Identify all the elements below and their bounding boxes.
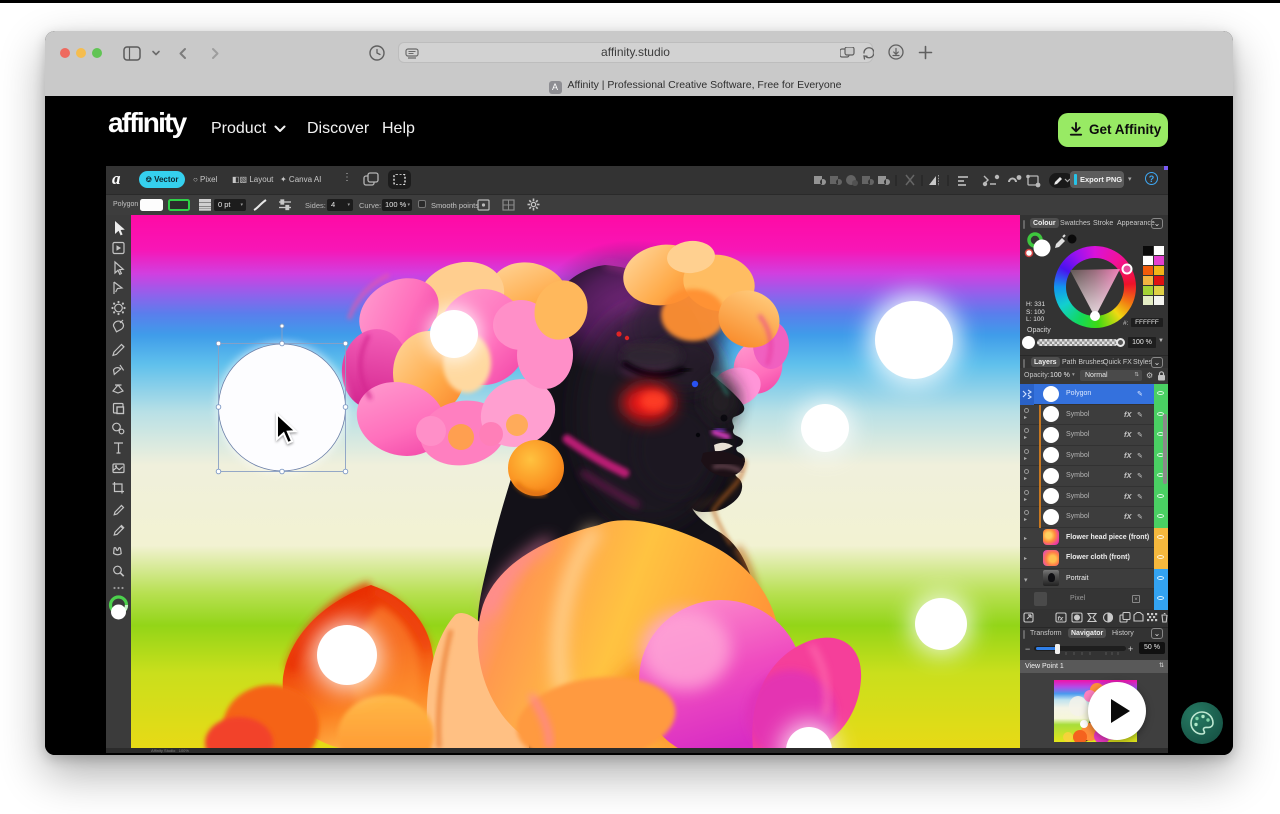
svg-text:fx: fx bbox=[1058, 616, 1064, 623]
